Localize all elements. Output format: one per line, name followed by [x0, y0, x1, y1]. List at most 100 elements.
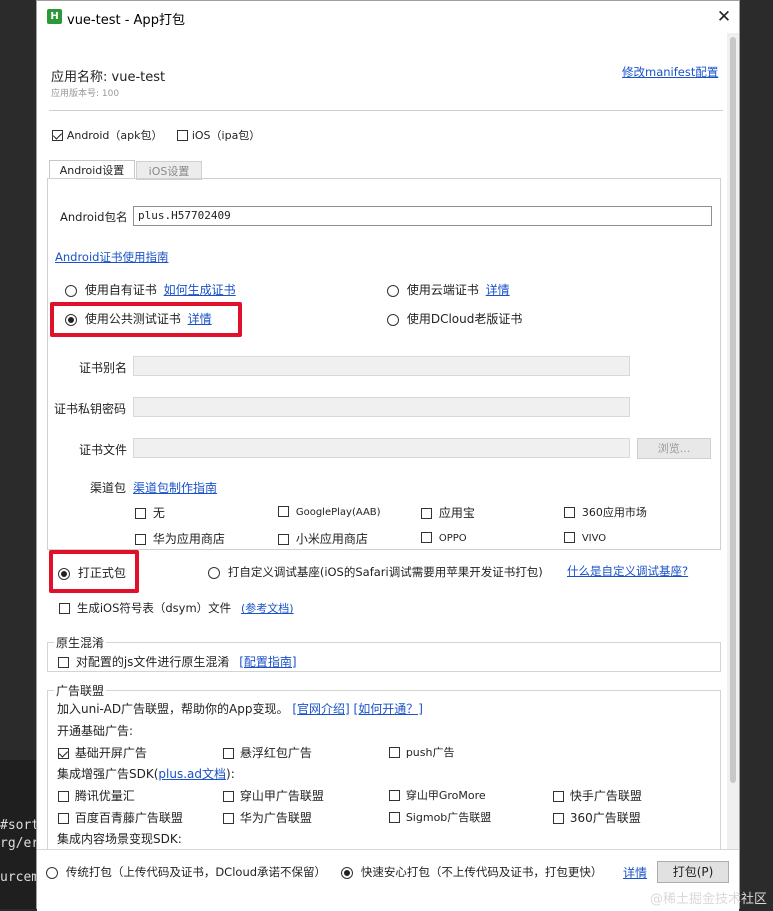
ad-sdk-checkbox[interactable]: 腾讯优量汇	[58, 787, 135, 804]
checkbox-icon	[564, 532, 575, 543]
channel-checkbox[interactable]: 华为应用商店	[135, 530, 225, 547]
checkbox-icon	[58, 813, 69, 824]
ad-sdk-label: Sigmob广告联盟	[405, 811, 492, 824]
ad-label: 悬浮红包广告	[239, 746, 312, 760]
dialog-title: vue-test - App打包	[67, 13, 185, 28]
ad-sdk-checkbox[interactable]: 华为广告联盟	[223, 809, 312, 826]
content-sdk-label: 集成内容场景变现SDK:	[57, 832, 182, 846]
plus-ad-docs-link[interactable]: plus.ad文档	[158, 767, 226, 781]
ad-sdk-label: 快手广告联盟	[569, 789, 642, 803]
traditional-pack-radio[interactable]: 传统打包（上传代码及证书，DCloud承诺不保留）	[46, 864, 326, 880]
radio-checked-icon	[341, 866, 353, 879]
cert-file-input[interactable]	[133, 438, 630, 458]
ios-symbols-checkbox[interactable]: 生成iOS符号表（dsym）文件 (参考文档)	[59, 600, 294, 616]
checkbox-icon	[177, 130, 188, 141]
highlight-box	[50, 302, 242, 337]
cert-guide-link[interactable]: Android证书使用指南	[55, 249, 168, 265]
ad-sdk-checkbox[interactable]: 穿山甲广告联盟	[223, 787, 324, 804]
ios-symbols-docs-link[interactable]: (参考文档)	[241, 602, 294, 615]
ad-sdk-label: 穿山甲GroMore	[405, 789, 486, 802]
checkbox-icon	[278, 506, 289, 517]
edit-manifest-link[interactable]: 修改manifest配置	[622, 64, 718, 80]
channel-checkbox[interactable]: OPPO	[421, 530, 467, 544]
checkbox-icon	[389, 812, 400, 823]
fast-pack-details-link[interactable]: 详情	[623, 864, 647, 881]
pack-button[interactable]: 打包(P)	[657, 861, 729, 883]
radio-icon	[46, 866, 58, 879]
cert-file-label: 证书文件	[79, 443, 128, 457]
package-name-input[interactable]: plus.H57702409	[133, 206, 712, 226]
tab-android-settings[interactable]: Android设置	[49, 160, 135, 179]
background-text-line: rg/er	[0, 836, 36, 851]
sdk-ads-label: 集成增强广告SDK(plus.ad文档):	[57, 765, 235, 782]
ad-sdk-label: 360广告联盟	[569, 811, 641, 825]
channel-checkbox[interactable]: 360应用市场	[564, 504, 647, 520]
hbuilder-icon: H	[47, 9, 62, 24]
ad-sdk-label: 腾讯优量汇	[74, 789, 135, 803]
custom-debug-help-link[interactable]: 什么是自定义调试基座?	[567, 563, 688, 579]
channel-guide-link[interactable]: 渠道包制作指南	[133, 479, 217, 496]
package-name-label: Android包名	[60, 210, 128, 224]
channel-checkbox[interactable]: 无	[135, 504, 165, 521]
ad-sdk-checkbox[interactable]: 360广告联盟	[553, 809, 641, 826]
radio-icon	[387, 313, 399, 326]
channel-label-item: 华为应用商店	[152, 532, 225, 546]
fast-pack-radio[interactable]: 快速安心打包（不上传代码及证书，打包更快）	[341, 864, 602, 880]
ad-checkbox[interactable]: push广告	[389, 744, 455, 760]
checkbox-icon	[564, 507, 575, 518]
ios-platform-checkbox[interactable]: iOS（ipa包）	[177, 127, 260, 143]
ad-sdk-checkbox[interactable]: 快手广告联盟	[553, 787, 642, 804]
traditional-pack-label: 传统打包（上传代码及证书，DCloud承诺不保留）	[65, 865, 327, 879]
channel-label-item: 无	[152, 506, 165, 520]
checkbox-icon	[553, 791, 564, 802]
native-obfuscation-guide-link[interactable]: [配置指南]	[239, 655, 296, 669]
ad-sdk-checkbox[interactable]: 穿山甲GroMore	[389, 787, 486, 803]
cloud-cert-details-link[interactable]: 详情	[486, 283, 510, 297]
checkbox-icon	[58, 657, 69, 668]
close-button[interactable]: ✕	[713, 6, 735, 28]
ad-sdk-checkbox[interactable]: Sigmob广告联盟	[389, 809, 491, 825]
channel-checkbox[interactable]: 小米应用商店	[278, 530, 368, 547]
fast-pack-label: 快速安心打包（不上传代码及证书，打包更快）	[360, 865, 603, 879]
own-cert-radio[interactable]: 使用自有证书 如何生成证书	[65, 281, 236, 298]
ad-sdk-checkbox[interactable]: 百度百青藤广告联盟	[58, 809, 183, 826]
ad-sdk-label: 百度百青藤广告联盟	[74, 811, 183, 825]
channel-checkbox[interactable]: 应用宝	[421, 504, 475, 521]
how-to-generate-cert-link[interactable]: 如何生成证书	[164, 283, 236, 297]
dialog-content: 应用名称: vue-test 应用版本号: 100 修改manifest配置 A…	[37, 33, 739, 911]
checkbox-icon	[553, 813, 564, 824]
radio-icon	[65, 284, 77, 297]
checkbox-icon	[389, 747, 400, 758]
watermark: @稀土掘金技术社区	[649, 892, 767, 907]
ad-sdk-label: 穿山甲广告联盟	[239, 789, 324, 803]
cert-alias-input[interactable]	[133, 356, 630, 376]
cloud-cert-radio[interactable]: 使用云端证书 详情	[387, 281, 510, 298]
cert-password-input[interactable]	[133, 397, 630, 417]
channel-checkbox[interactable]: VIVO	[564, 530, 606, 544]
vertical-scrollbar[interactable]	[727, 33, 739, 849]
ios-symbols-label: 生成iOS符号表（dsym）文件	[76, 601, 232, 615]
ad-sdk-label: 华为广告联盟	[239, 811, 312, 825]
channel-checkbox[interactable]: GooglePlay(AAB)	[278, 504, 381, 518]
custom-debug-radio[interactable]: 打自定义调试基座(iOS的Safari调试需要用苹果开发证书打包)	[208, 564, 543, 580]
ads-official-intro-link[interactable]: [官网介绍]	[292, 702, 349, 716]
android-platform-checkbox[interactable]: Android（apk包）	[52, 127, 162, 143]
channel-label-item: 小米应用商店	[295, 532, 368, 546]
background-editor-right	[740, 0, 773, 909]
ad-checkbox[interactable]: 悬浮红包广告	[223, 744, 312, 761]
channel-label-item: VIVO	[581, 533, 607, 544]
ios-platform-label: iOS（ipa包）	[191, 129, 261, 142]
ads-intro-text: 加入uni-AD广告联盟，帮助你的App变现。	[57, 702, 289, 716]
dcloud-old-cert-radio[interactable]: 使用DCloud老版证书	[387, 310, 522, 327]
scrollbar-thumb[interactable]	[730, 37, 736, 783]
background-terminal	[0, 760, 36, 909]
ad-label: push广告	[405, 746, 455, 759]
cert-alias-label: 证书别名	[79, 361, 128, 375]
basic-ads-label: 开通基础广告:	[57, 724, 134, 738]
native-obfuscation-checkbox[interactable]: 对配置的js文件进行原生混淆 [配置指南]	[58, 653, 297, 670]
ad-checkbox[interactable]: 基础开屏广告	[58, 744, 147, 761]
cloud-cert-label: 使用云端证书	[406, 283, 479, 297]
browse-button[interactable]: 浏览...	[637, 438, 711, 459]
ads-how-to-open-link[interactable]: [如何开通？]	[354, 702, 423, 716]
ads-intro: 加入uni-AD广告联盟，帮助你的App变现。 [官网介绍] [如何开通？]	[57, 700, 423, 717]
